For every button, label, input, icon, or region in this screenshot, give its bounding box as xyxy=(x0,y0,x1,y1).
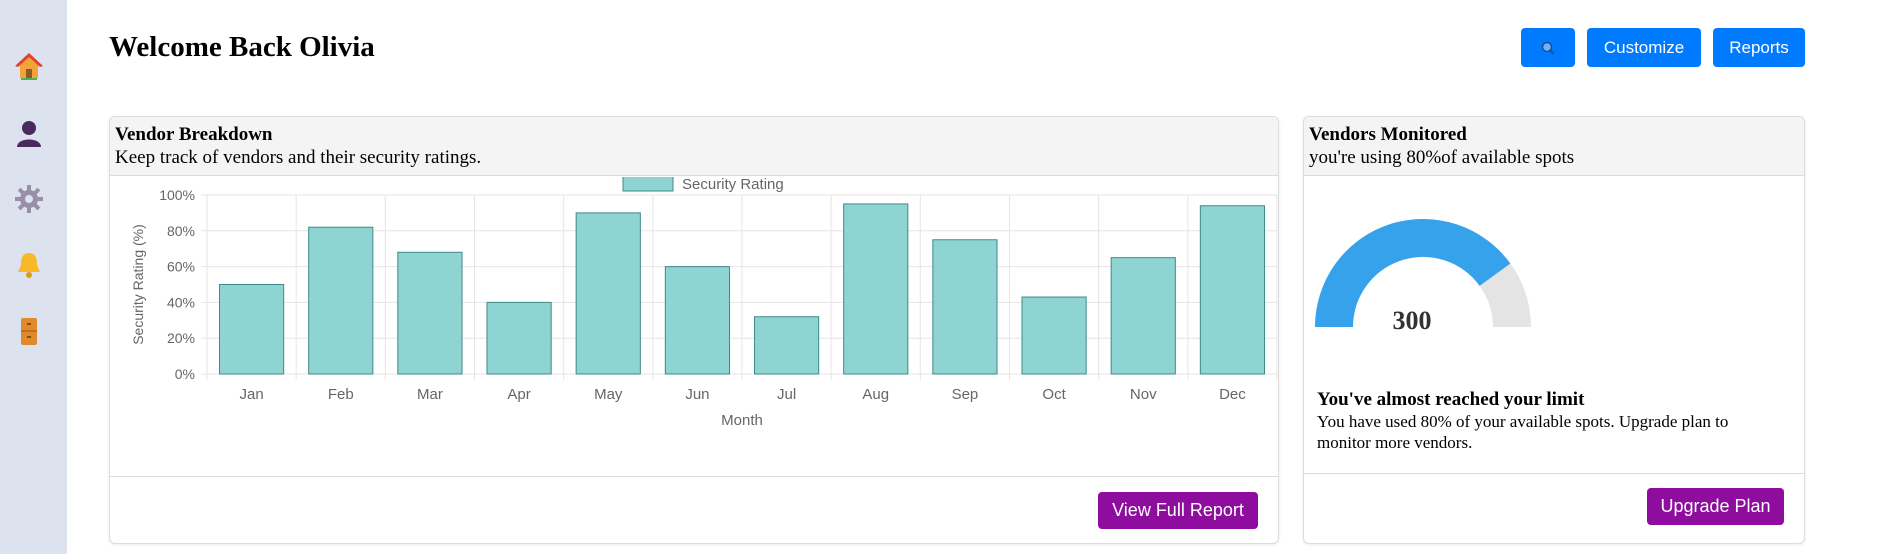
reports-button[interactable]: Reports xyxy=(1713,28,1805,67)
x-tick-label: Aug xyxy=(862,386,889,403)
sidebar xyxy=(0,0,67,554)
bar xyxy=(1110,257,1176,375)
x-tick-label: Nov xyxy=(1130,386,1157,403)
bar xyxy=(486,301,552,375)
x-tick-label: Sep xyxy=(952,386,979,403)
bar xyxy=(932,239,998,375)
x-tick-label: Feb xyxy=(328,386,354,403)
legend-label: Security Rating xyxy=(682,177,784,193)
gauge-value: 300 xyxy=(1393,306,1432,335)
upgrade-plan-button[interactable]: Upgrade Plan xyxy=(1647,488,1784,525)
limit-title: You've almost reached your limit xyxy=(1317,389,1585,410)
y-tick-label: 40% xyxy=(167,294,195,310)
card-title: Vendors Monitored xyxy=(1309,124,1467,145)
security-rating-chart: 0% 20% 40% 60% 80% 100% Jan Feb Mar Apr May Jun Jul A… xyxy=(110,175,1278,477)
gear-icon[interactable] xyxy=(13,183,45,215)
card-footer: View Full Report xyxy=(110,476,1278,543)
card-title: Vendor Breakdown xyxy=(115,124,273,145)
y-tick-label: 20% xyxy=(167,330,195,346)
vendor-breakdown-card: Vendor Breakdown Keep track of vendors a… xyxy=(109,116,1279,544)
view-full-report-button[interactable]: View Full Report xyxy=(1098,492,1258,529)
x-tick-label: Jun xyxy=(685,386,709,403)
cabinet-icon[interactable] xyxy=(13,315,45,347)
x-tick-label: May xyxy=(594,386,623,403)
customize-button[interactable]: Customize xyxy=(1587,28,1701,67)
card-header: Vendor Breakdown Keep track of vendors a… xyxy=(110,117,1278,176)
y-tick-label: 100% xyxy=(159,187,195,203)
y-tick-label: 60% xyxy=(167,259,195,275)
card-subtitle: Keep track of vendors and their security… xyxy=(115,147,482,168)
bell-icon[interactable] xyxy=(13,249,45,281)
card-header: Vendors Monitored you're using 80%of ava… xyxy=(1304,117,1804,176)
home-icon[interactable] xyxy=(13,50,45,82)
bar xyxy=(397,251,463,375)
bar xyxy=(1021,296,1087,375)
bar xyxy=(218,284,285,375)
x-axis-title: Month xyxy=(721,412,763,429)
bar xyxy=(575,212,641,375)
bar xyxy=(753,316,820,375)
legend-swatch xyxy=(622,175,674,192)
x-tick-label: Jan xyxy=(239,386,263,403)
search-button[interactable] xyxy=(1521,28,1575,67)
card-subtitle: you're using 80%of available spots xyxy=(1309,147,1575,168)
x-tick-label: Oct xyxy=(1042,386,1066,403)
x-tick-label: Jul xyxy=(777,386,796,403)
x-tick-label: Mar xyxy=(417,386,443,403)
y-axis-title: Security Rating (%) xyxy=(130,224,146,345)
user-icon[interactable] xyxy=(13,117,45,149)
usage-gauge: 300 xyxy=(1314,217,1532,337)
bar xyxy=(664,266,731,375)
search-icon xyxy=(1541,41,1555,55)
bar xyxy=(1199,205,1266,375)
vendors-monitored-card: Vendors Monitored you're using 80%of ava… xyxy=(1303,116,1805,544)
card-footer: Upgrade Plan xyxy=(1304,473,1804,543)
bar xyxy=(308,226,374,375)
page-title: Welcome Back Olivia xyxy=(109,31,375,63)
y-tick-label: 80% xyxy=(167,223,195,239)
x-tick-label: Dec xyxy=(1219,386,1246,403)
x-tick-label: Apr xyxy=(507,386,530,403)
limit-text: You have used 80% of your available spot… xyxy=(1317,412,1729,452)
bar xyxy=(843,203,909,375)
y-tick-label: 0% xyxy=(175,366,195,382)
